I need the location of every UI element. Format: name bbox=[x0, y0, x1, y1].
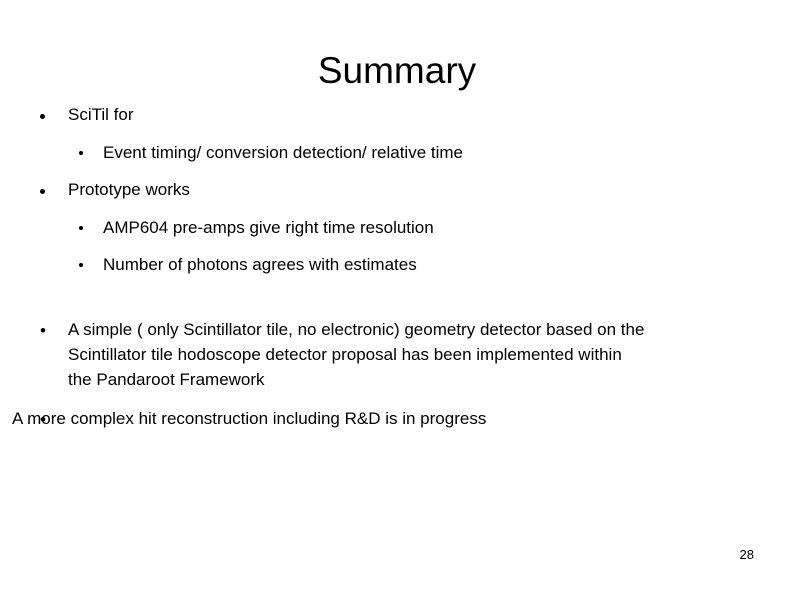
list-item-label: Prototype works bbox=[68, 180, 190, 199]
list-item-label: Number of photons agrees with estimates bbox=[103, 255, 417, 274]
list-item-label: Event timing/ conversion detection/ rela… bbox=[103, 143, 464, 162]
square-bullet-icon bbox=[79, 263, 83, 267]
paragraph-text: A more complex hit reconstruction includ… bbox=[12, 409, 487, 428]
paragraph-text: A simple ( only Scintillator tile, no el… bbox=[68, 320, 645, 389]
round-bullet-icon: • bbox=[40, 321, 46, 340]
list-item: SciTil for bbox=[0, 104, 794, 142]
square-bullet-icon bbox=[40, 189, 45, 194]
list-item: Number of photons agrees with estimates bbox=[0, 254, 794, 291]
page-number: 28 bbox=[739, 547, 754, 562]
slide-canvas: Summary SciTil for Event timing/ convers… bbox=[0, 0, 794, 595]
list-item: Prototype works bbox=[0, 179, 794, 217]
outline-body: SciTil for Event timing/ conversion dete… bbox=[0, 104, 794, 291]
list-item: Event timing/ conversion detection/ rela… bbox=[0, 142, 794, 179]
square-bullet-icon bbox=[40, 114, 45, 119]
square-bullet-icon bbox=[79, 226, 83, 230]
list-item: AMP604 pre-amps give right time resoluti… bbox=[0, 217, 794, 254]
list-item-label: SciTil for bbox=[68, 105, 134, 124]
square-bullet-icon bbox=[79, 151, 83, 155]
list-item-label: AMP604 pre-amps give right time resoluti… bbox=[103, 218, 434, 237]
page-title: Summary bbox=[317, 49, 477, 91]
